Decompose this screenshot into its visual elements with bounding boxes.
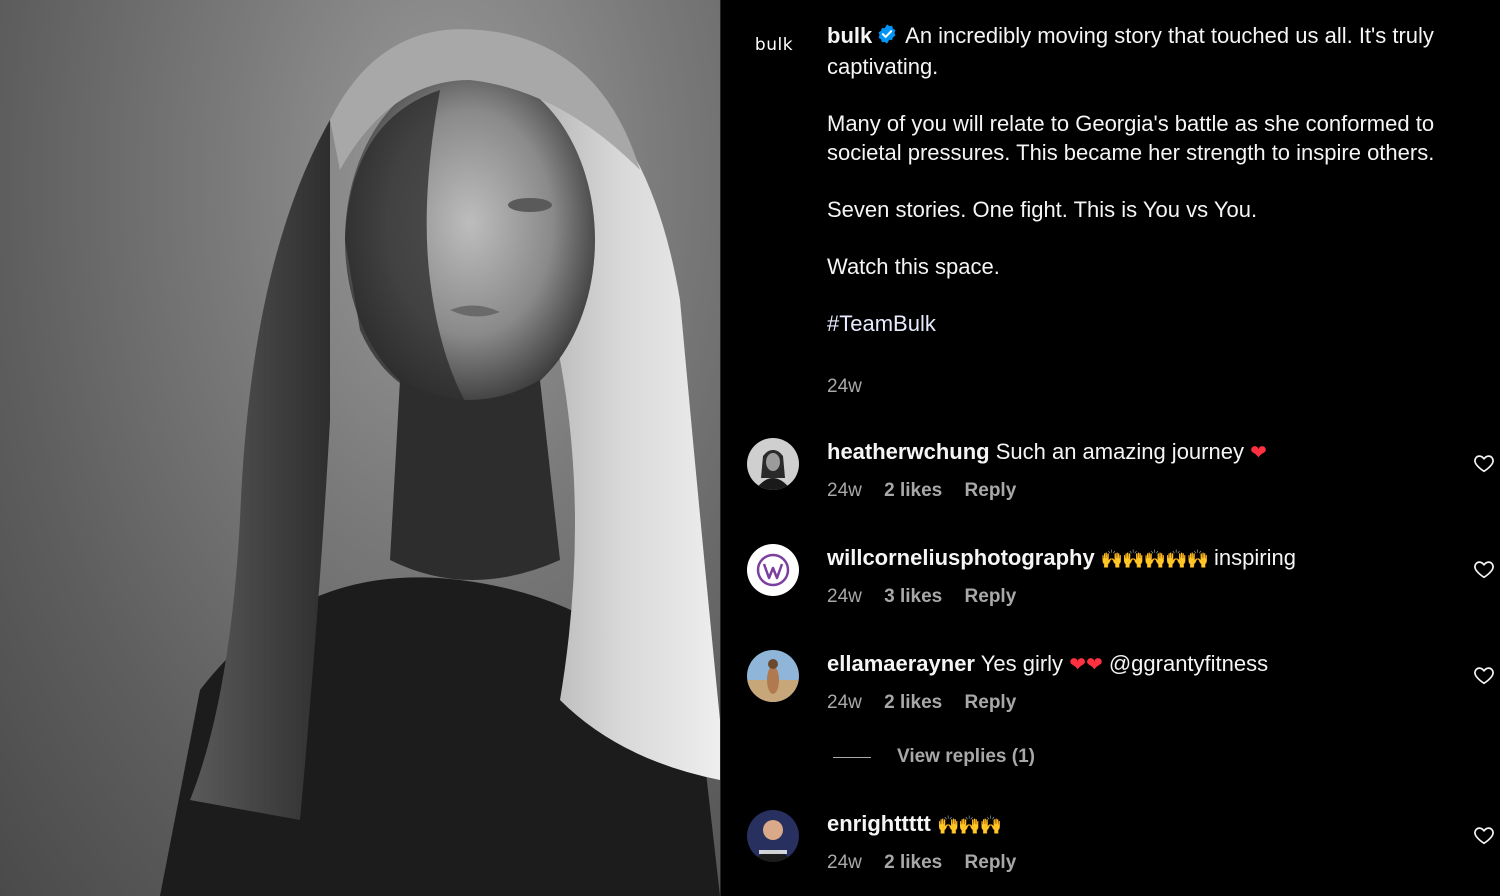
comment-meta: 24w 2 likes Reply — [827, 852, 1033, 874]
view-replies-label: View replies (1) — [897, 746, 1035, 767]
reply-button[interactable]: Reply — [965, 852, 1017, 873]
comment-username[interactable]: heatherwchung — [827, 439, 990, 464]
comment-body: heatherwchung Such an amazing journey ❤ — [827, 438, 1267, 466]
comment-username[interactable]: ellamaerayner — [827, 651, 975, 676]
comment-meta: 24w 2 likes Reply — [827, 692, 1033, 714]
hashtag-link[interactable]: #TeamBulk — [827, 309, 1477, 338]
red-heart-emoji: ❤❤ — [1069, 652, 1103, 676]
comment-item: heatherwchung Such an amazing journey ❤ … — [721, 438, 1500, 518]
caption-line-3: Seven stories. One fight. This is You vs… — [827, 197, 1258, 222]
avatar[interactable] — [747, 544, 799, 596]
comment-text: Such an amazing journey — [995, 439, 1244, 464]
like-heart-icon[interactable] — [1473, 558, 1495, 580]
raising-hands-emoji: 🙌🙌🙌 — [936, 815, 1002, 836]
post-caption: bulk An incredibly moving story that tou… — [827, 21, 1477, 338]
reply-button[interactable]: Reply — [965, 692, 1017, 713]
replies-line — [833, 756, 871, 758]
caption-line-2: Many of you will relate to Georgia's bat… — [827, 111, 1435, 165]
like-heart-icon[interactable] — [1473, 824, 1495, 846]
comment-likes[interactable]: 2 likes — [884, 852, 942, 873]
like-heart-icon[interactable] — [1473, 664, 1495, 686]
caption-line-1: An incredibly moving story that touched … — [827, 23, 1434, 79]
comment-meta: 24w 3 likes Reply — [827, 586, 1033, 608]
comment-text: Yes girly — [980, 651, 1064, 676]
comment-text: inspiring — [1214, 545, 1296, 570]
comment-body: enrighttttt 🙌🙌🙌 — [827, 810, 1002, 840]
mention-link[interactable]: @ggrantyfitness — [1109, 651, 1268, 676]
comment-time[interactable]: 24w — [827, 852, 862, 873]
post-photo — [0, 0, 720, 896]
view-replies-button[interactable]: View replies (1) — [833, 746, 1035, 768]
portrait-illustration — [160, 29, 720, 896]
comment-meta: 24w 2 likes Reply — [827, 480, 1033, 502]
verified-badge-icon — [876, 23, 898, 52]
post-timestamp[interactable]: 24w — [827, 376, 862, 398]
comment-item: enrighttttt 🙌🙌🙌 24w 2 likes Reply — [721, 810, 1500, 890]
comment-username[interactable]: enrighttttt — [827, 811, 931, 836]
comment-likes[interactable]: 2 likes — [884, 692, 942, 713]
comment-likes[interactable]: 2 likes — [884, 480, 942, 501]
raising-hands-emoji: 🙌🙌🙌🙌🙌 — [1100, 549, 1209, 570]
comment-likes[interactable]: 3 likes — [884, 586, 942, 607]
comment-body: ellamaerayner Yes girly ❤❤ @ggrantyfitne… — [827, 650, 1268, 678]
comment-item: ellamaerayner Yes girly ❤❤ @ggrantyfitne… — [721, 650, 1500, 730]
comment-time[interactable]: 24w — [827, 692, 862, 713]
bulk-logo-text: bulk — [754, 35, 794, 55]
comment-body: willcorneliusphotography 🙌🙌🙌🙌🙌 inspiring — [827, 544, 1296, 574]
avatar[interactable] — [747, 438, 799, 490]
reply-button[interactable]: Reply — [965, 586, 1017, 607]
like-heart-icon[interactable] — [1473, 452, 1495, 474]
caption-line-4: Watch this space. — [827, 254, 1000, 279]
avatar[interactable] — [747, 810, 799, 862]
comment-time[interactable]: 24w — [827, 586, 862, 607]
comment-username[interactable]: willcorneliusphotography — [827, 545, 1095, 570]
post-author-username[interactable]: bulk — [827, 23, 872, 48]
comment-time[interactable]: 24w — [827, 480, 862, 501]
comment-item: willcorneliusphotography 🙌🙌🙌🙌🙌 inspiring… — [721, 544, 1500, 624]
comments-panel: bulk bulk An incredibly moving story tha… — [721, 0, 1500, 896]
red-heart-emoji: ❤ — [1250, 440, 1267, 464]
reply-button[interactable]: Reply — [965, 480, 1017, 501]
avatar[interactable] — [747, 650, 799, 702]
bulk-logo-avatar[interactable]: bulk — [749, 20, 799, 70]
